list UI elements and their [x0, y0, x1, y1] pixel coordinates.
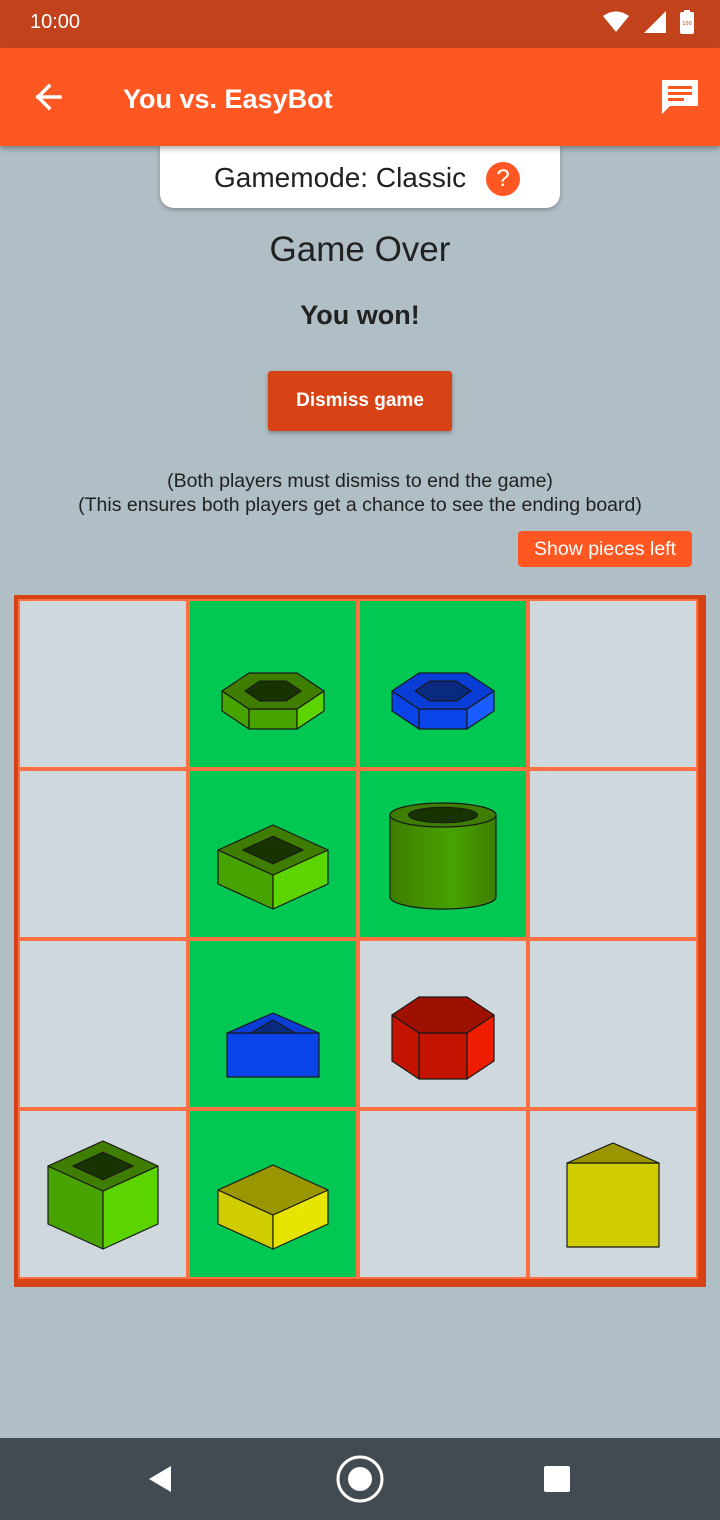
board-cell-r3-c3[interactable]: [528, 1109, 698, 1279]
game-over-heading: Game Over: [269, 230, 451, 269]
chat-icon[interactable]: [658, 76, 702, 120]
green-cylinder-piece: [389, 802, 497, 910]
piece-graphic: [391, 996, 495, 1080]
piece-body: [389, 814, 497, 910]
board-cell-r0-c1[interactable]: [188, 599, 358, 769]
gamemode-card: Gamemode: Classic ?: [160, 140, 560, 208]
board-cell-r1-c3[interactable]: [528, 769, 698, 939]
status-icons: 100: [593, 10, 694, 36]
game-board: [14, 595, 706, 1287]
status-bar: 10:00 100: [0, 0, 720, 48]
blue-hexagon-piece: [391, 672, 495, 730]
result-message: You won!: [300, 300, 420, 330]
nav-home-icon[interactable]: [333, 1452, 387, 1506]
green-hexagon-piece: [221, 672, 325, 730]
red-hexagon-piece: [391, 996, 495, 1080]
yellow-square-piece: [217, 1164, 329, 1250]
board-cell-r3-c2[interactable]: [358, 1109, 528, 1279]
piece-graphic: [217, 1164, 329, 1250]
dismiss-note-line1: (Both players must dismiss to end the ga…: [167, 470, 553, 492]
dismiss-note-line2: (This ensures both players get a chance …: [78, 494, 642, 516]
dismiss-game-button[interactable]: Dismiss game: [268, 371, 452, 431]
board-cell-r3-c1[interactable]: [188, 1109, 358, 1279]
wifi-icon: [603, 11, 630, 32]
piece-front-face: [418, 1032, 468, 1080]
green-square-piece: [217, 824, 329, 910]
piece-front-face: [566, 1162, 660, 1248]
piece-graphic: [217, 824, 329, 910]
board-cell-r0-c2[interactable]: [358, 599, 528, 769]
piece-graphic: [391, 672, 495, 730]
board-cell-r0-c0[interactable]: [18, 599, 188, 769]
help-icon[interactable]: ?: [486, 162, 520, 196]
battery-icon: 100: [680, 10, 694, 34]
piece-graphic: [389, 802, 497, 910]
board-cell-r2-c2[interactable]: [358, 939, 528, 1109]
board-cell-r0-c3[interactable]: [528, 599, 698, 769]
battery-level: 100: [682, 21, 692, 27]
piece-hole: [408, 806, 478, 824]
signal-icon: [643, 11, 666, 33]
board-cell-r1-c2[interactable]: [358, 769, 528, 939]
board-cell-r1-c1[interactable]: [188, 769, 358, 939]
status-time: 10:00: [30, 11, 81, 33]
piece-front-face: [226, 1032, 320, 1078]
board-cell-r2-c1[interactable]: [188, 939, 358, 1109]
piece-graphic: [47, 1140, 159, 1250]
piece-front-face: [248, 708, 298, 730]
app-bar: You vs. EasyBot: [0, 48, 720, 146]
nav-back-icon[interactable]: [133, 1452, 187, 1506]
nav-recents-icon[interactable]: [530, 1452, 584, 1506]
show-pieces-left-button[interactable]: Show pieces left: [518, 531, 692, 567]
board-cell-r1-c0[interactable]: [18, 769, 188, 939]
blue-triangle-piece: [226, 1012, 320, 1078]
board-cell-r3-c0[interactable]: [18, 1109, 188, 1279]
board-cell-r2-c3[interactable]: [528, 939, 698, 1109]
piece-graphic: [226, 1012, 320, 1078]
yellow-triangle-piece: [566, 1142, 660, 1248]
piece-top-face: [566, 1142, 660, 1164]
board-cell-r2-c0[interactable]: [18, 939, 188, 1109]
piece-front-face: [418, 708, 468, 730]
page-title: You vs. EasyBot: [123, 84, 333, 114]
green-square-piece: [47, 1140, 159, 1250]
navigation-bar: [0, 1438, 720, 1520]
piece-graphic: [566, 1142, 660, 1248]
piece-graphic: [221, 672, 325, 730]
arrow-left-icon[interactable]: [24, 72, 74, 122]
gamemode-label: Gamemode: Classic: [214, 162, 467, 193]
